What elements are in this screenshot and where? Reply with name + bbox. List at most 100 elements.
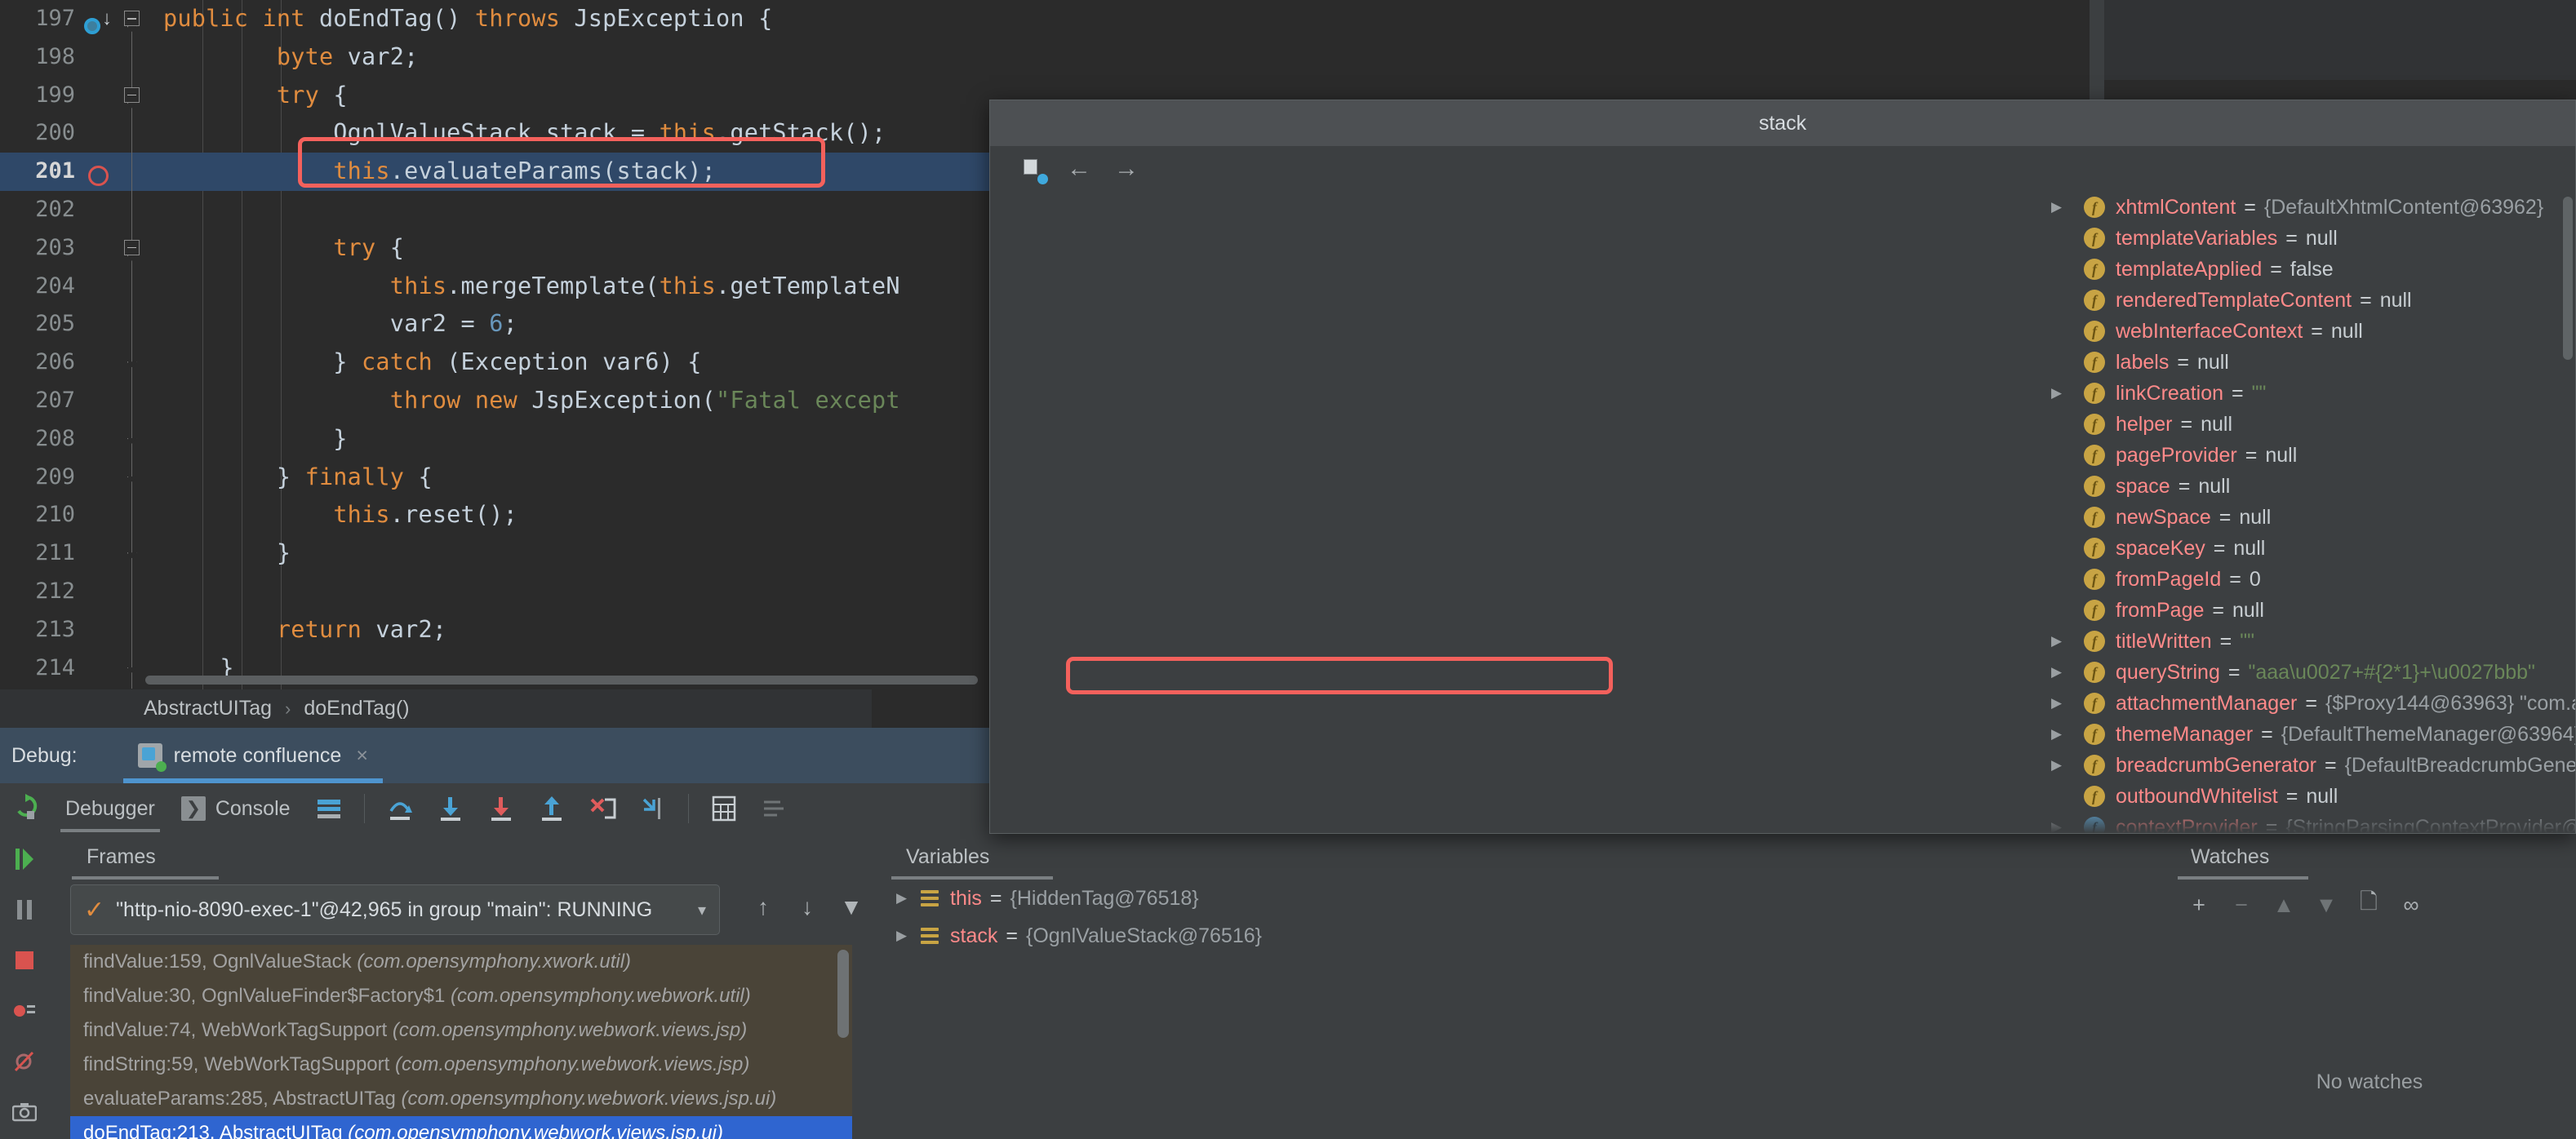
expand-triangle-icon[interactable]: ▶: [2051, 502, 2084, 533]
variable-row[interactable]: ▶ this = {HiddenTag@76518}: [873, 880, 2163, 917]
frame-row[interactable]: evaluateParams:285, AbstractUITag (com.o…: [70, 1082, 852, 1116]
remove-watch-icon[interactable]: −: [2220, 893, 2263, 918]
stack-variable-row[interactable]: ▶flabels = null: [990, 347, 2575, 378]
link-icon[interactable]: ∞: [2390, 893, 2432, 918]
drop-frame-icon[interactable]: [577, 783, 628, 834]
stack-variable-row[interactable]: ▶ f breadcrumbGenerator = {DefaultBreadcrumb…: [990, 750, 2575, 781]
stack-variable-row[interactable]: ▶ f attachmentManager = {$Proxy144@63963} "c…: [990, 688, 2575, 719]
step-into-icon[interactable]: [425, 783, 476, 834]
editor-horizontal-scrollbar[interactable]: [145, 676, 978, 685]
step-out-icon[interactable]: [526, 783, 577, 834]
expand-triangle-icon[interactable]: ▶: [2051, 347, 2084, 378]
stack-variable-row[interactable]: ▶f pageProvider = null: [990, 440, 2575, 471]
debug-session-tab[interactable]: remote confluence ×: [122, 728, 383, 783]
popup-vertical-scrollbar[interactable]: [2563, 197, 2573, 360]
breadcrumb[interactable]: AbstractUITag › doEndTag(): [0, 689, 872, 728]
back-arrow-icon[interactable]: ←: [1055, 155, 1103, 183]
expand-triangle-icon[interactable]: ▶: [2051, 781, 2084, 812]
variables-tree[interactable]: ▶ this = {HiddenTag@76518} ▶ stack = {OgnlValue…: [873, 880, 2163, 955]
variable-row[interactable]: ▶ stack = {OgnlValueStack@76516}: [873, 917, 2163, 955]
frame-row[interactable]: doEndTag:213, AbstractUITag (com.opensym…: [70, 1116, 852, 1139]
frame-row[interactable]: findValue:159, OgnlValueStack (com.opens…: [70, 945, 852, 979]
copy-icon[interactable]: 🗋: [2347, 886, 2390, 924]
step-over-icon[interactable]: [375, 783, 425, 834]
expand-triangle-icon[interactable]: ▶: [2051, 719, 2084, 750]
expand-triangle-icon[interactable]: ▶: [2051, 750, 2084, 781]
tab-console[interactable]: ❯ Console: [168, 783, 304, 834]
expand-triangle-icon[interactable]: ▶: [2051, 192, 2084, 223]
fold-collapse-icon[interactable]: [124, 86, 140, 103]
expand-triangle-icon[interactable]: ▶: [2051, 285, 2084, 316]
force-step-into-icon[interactable]: [476, 783, 526, 834]
stack-variable-row[interactable]: ▶ f queryString = "aaa\u0027+#{2*1}+\u0027bb…: [990, 657, 2575, 688]
expand-triangle-icon[interactable]: ▶: [896, 917, 921, 955]
forward-arrow-icon[interactable]: →: [1103, 155, 1150, 183]
expand-triangle-icon[interactable]: ▶: [2051, 409, 2084, 440]
stop-icon[interactable]: [0, 935, 49, 986]
filter-icon[interactable]: ▼: [829, 894, 873, 920]
stack-variable-row[interactable]: ▶f templateVariables = null: [990, 223, 2575, 254]
settings-icon[interactable]: [749, 783, 800, 834]
camera-icon[interactable]: [0, 1087, 49, 1137]
stack-variable-row[interactable]: ▶ f titleWritten = "": [990, 626, 2575, 657]
tab-debugger[interactable]: Debugger: [52, 783, 168, 834]
stack-variable-row[interactable]: ▶f fromPage = null: [990, 595, 2575, 626]
debug-actions-rail[interactable]: [0, 834, 49, 1139]
chevron-down-icon[interactable]: ▾: [698, 900, 706, 920]
pause-program-icon[interactable]: [0, 884, 49, 935]
frame-row[interactable]: findValue:74, WebWorkTagSupport (com.ope…: [70, 1013, 852, 1048]
expand-triangle-icon[interactable]: ▶: [2051, 254, 2084, 285]
thread-selector[interactable]: ✓ "http-nio-8090-exec-1"@42,965 in group…: [70, 884, 720, 935]
stack-variable-tree[interactable]: ▶ f xhtmlContent = {DefaultXhtmlContent@6396…: [990, 192, 2575, 833]
stack-variable-row[interactable]: ▶ f linkCreation = "": [990, 378, 2575, 409]
stack-variable-row[interactable]: ▶f webInterfaceContext = null: [990, 316, 2575, 347]
frames-list[interactable]: findValue:159, OgnlValueStack (com.opens…: [70, 945, 852, 1139]
breakpoint-icon[interactable]: [82, 153, 114, 191]
stack-variable-row[interactable]: ▶fspace = null: [990, 471, 2575, 502]
evaluate-expression-icon[interactable]: [699, 783, 749, 834]
stack-variable-row[interactable]: ▶f spaceKey = null: [990, 533, 2575, 564]
expand-triangle-icon[interactable]: ▶: [2051, 688, 2084, 719]
code-line[interactable]: 197 ↓ public int doEndTag() throws JspExce…: [0, 0, 2104, 38]
close-icon[interactable]: ×: [356, 744, 368, 768]
run-to-cursor-icon[interactable]: [628, 783, 678, 834]
watches-toolbar[interactable]: + − ▲ ▼ 🗋 ∞: [2163, 880, 2576, 930]
rerun-icon[interactable]: [0, 793, 52, 825]
stack-variable-row[interactable]: ▶fhelper = null: [990, 409, 2575, 440]
stack-variable-row[interactable]: ▶f templateApplied = false: [990, 254, 2575, 285]
stack-variable-row[interactable]: ▶ f themeManager = {DefaultThemeManager@6396…: [990, 719, 2575, 750]
move-down-icon[interactable]: ▼: [2305, 893, 2347, 918]
expand-triangle-icon[interactable]: ▶: [2051, 595, 2084, 626]
frame-row[interactable]: findString:59, WebWorkTagSupport (com.op…: [70, 1048, 852, 1082]
expand-triangle-icon[interactable]: ▶: [2051, 626, 2084, 657]
expand-triangle-icon[interactable]: ▶: [2051, 440, 2084, 471]
expand-triangle-icon[interactable]: ▶: [2051, 533, 2084, 564]
frame-row[interactable]: findValue:30, OgnlValueFinder$Factory$1 …: [70, 979, 852, 1013]
stack-variable-row[interactable]: ▶f renderedTemplateContent = null: [990, 285, 2575, 316]
stack-popup-toolbar[interactable]: ← →: [990, 146, 2575, 192]
frame-down-icon[interactable]: ↓: [785, 894, 829, 920]
frames-scrollbar[interactable]: [837, 950, 849, 1038]
stack-variable-row[interactable]: ▶f outboundWhitelist = null: [990, 781, 2575, 812]
fold-collapse-icon[interactable]: [124, 11, 140, 26]
expand-triangle-icon[interactable]: ▶: [2051, 223, 2084, 254]
resume-program-icon[interactable]: [0, 834, 49, 884]
expand-triangle-icon[interactable]: ▶: [2051, 471, 2084, 502]
move-up-icon[interactable]: ▲: [2263, 893, 2305, 918]
expand-triangle-icon[interactable]: ▶: [2051, 564, 2084, 595]
stack-variable-row[interactable]: ▶ f xhtmlContent = {DefaultXhtmlContent@6396…: [990, 192, 2575, 223]
stack-inspection-popup[interactable]: stack ← → ▶ f xhtmlContent = {DefaultXhtmlCo…: [989, 100, 2576, 834]
expand-triangle-icon[interactable]: ▶: [896, 880, 921, 917]
expand-triangle-icon[interactable]: ▶: [2051, 378, 2084, 409]
breadcrumb-class[interactable]: AbstractUITag: [144, 697, 272, 720]
mute-breakpoints-icon[interactable]: [0, 1036, 49, 1087]
method-override-icon[interactable]: ↓: [82, 0, 114, 41]
expand-triangle-icon[interactable]: ▶: [2051, 657, 2084, 688]
frame-up-icon[interactable]: ↑: [741, 894, 785, 920]
expand-triangle-icon[interactable]: ▶: [2051, 316, 2084, 347]
stack-variable-row[interactable]: ▶f newSpace = null: [990, 502, 2575, 533]
layout-icon[interactable]: [304, 783, 354, 834]
view-breakpoints-icon[interactable]: [0, 986, 49, 1036]
breadcrumb-method[interactable]: doEndTag(): [304, 697, 409, 720]
fold-collapse-icon[interactable]: [124, 239, 140, 255]
